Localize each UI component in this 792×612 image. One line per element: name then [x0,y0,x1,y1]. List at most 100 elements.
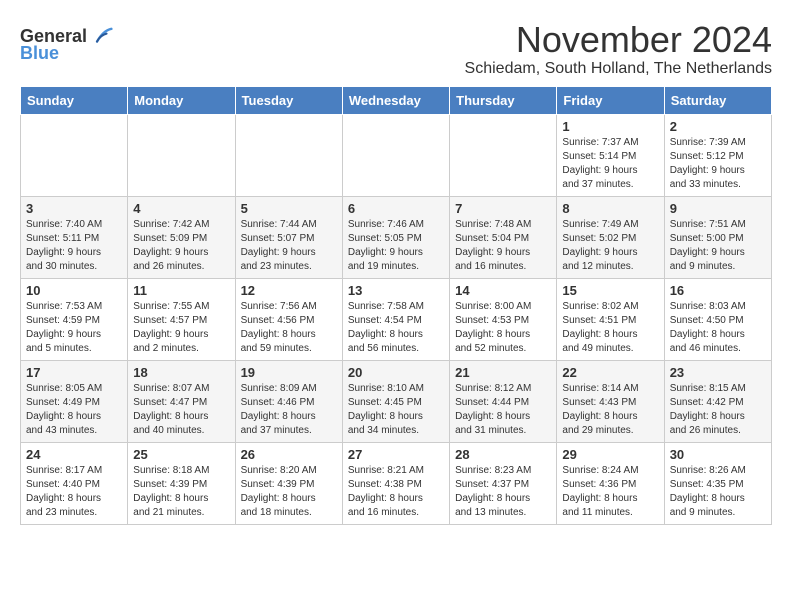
day-info: Sunrise: 8:17 AM Sunset: 4:40 PM Dayligh… [26,464,122,520]
day-info: Sunrise: 8:03 AM Sunset: 4:50 PM Dayligh… [670,300,766,356]
day-number: 4 [133,201,229,216]
th-sunday: Sunday [21,86,128,114]
day-number: 25 [133,447,229,462]
th-saturday: Saturday [664,86,771,114]
day-info: Sunrise: 7:53 AM Sunset: 4:59 PM Dayligh… [26,300,122,356]
day-info: Sunrise: 7:58 AM Sunset: 4:54 PM Dayligh… [348,300,444,356]
th-tuesday: Tuesday [235,86,342,114]
day-number: 23 [670,365,766,380]
day-info: Sunrise: 7:48 AM Sunset: 5:04 PM Dayligh… [455,218,551,274]
table-row: 25 Sunrise: 8:18 AM Sunset: 4:39 PM Dayli… [128,442,235,524]
day-number: 10 [26,283,122,298]
table-row: 28Sunrise: 8:23 AM Sunset: 4:37 PM Dayli… [450,442,557,524]
day-info: Sunrise: 7:42 AM Sunset: 5:09 PM Dayligh… [133,218,229,274]
day-info: Sunrise: 8:10 AM Sunset: 4:45 PM Dayligh… [348,382,444,438]
day-number: 15 [562,283,658,298]
th-thursday: Thursday [450,86,557,114]
table-row: 6 Sunrise: 7:46 AM Sunset: 5:05 PM Daylig… [342,196,449,278]
day-number: 17 [26,365,122,380]
table-row: 22Sunrise: 8:14 AM Sunset: 4:43 PM Dayli… [557,360,664,442]
day-info: Sunrise: 8:14 AM Sunset: 4:43 PM Dayligh… [562,382,658,438]
logo-icon [89,24,113,48]
table-row: 18 Sunrise: 8:07 AM Sunset: 4:47 PM Dayli… [128,360,235,442]
table-row: 29Sunrise: 8:24 AM Sunset: 4:36 PM Dayli… [557,442,664,524]
calendar-week-row: 17 Sunrise: 8:05 AM Sunset: 4:49 PM Dayli… [21,360,772,442]
table-row [342,114,449,196]
table-row: 23 Sunrise: 8:15 AM Sunset: 4:42 PM Dayli… [664,360,771,442]
table-row: 10 Sunrise: 7:53 AM Sunset: 4:59 PM Dayli… [21,278,128,360]
day-number: 18 [133,365,229,380]
subtitle: Schiedam, South Holland, The Netherlands [465,60,772,78]
day-info: Sunrise: 7:39 AM Sunset: 5:12 PM Dayligh… [670,136,766,192]
day-info: Sunrise: 8:18 AM Sunset: 4:39 PM Dayligh… [133,464,229,520]
table-row [21,114,128,196]
day-info: Sunrise: 7:40 AM Sunset: 5:11 PM Dayligh… [26,218,122,274]
calendar-page: General Blue November 2024 Schiedam, Sou… [0,0,792,535]
day-number: 26 [241,447,337,462]
th-monday: Monday [128,86,235,114]
day-info: Sunrise: 7:44 AM Sunset: 5:07 PM Dayligh… [241,218,337,274]
table-row: 4 Sunrise: 7:42 AM Sunset: 5:09 PM Daylig… [128,196,235,278]
day-number: 5 [241,201,337,216]
day-number: 19 [241,365,337,380]
day-info: Sunrise: 8:15 AM Sunset: 4:42 PM Dayligh… [670,382,766,438]
day-info: Sunrise: 8:07 AM Sunset: 4:47 PM Dayligh… [133,382,229,438]
table-row: 8 Sunrise: 7:49 AM Sunset: 5:02 PM Daylig… [557,196,664,278]
table-row: 12 Sunrise: 7:56 AM Sunset: 4:56 PM Dayli… [235,278,342,360]
title-block: November 2024 Schiedam, South Holland, T… [465,20,772,78]
logo: General Blue [20,24,113,62]
day-number: 30 [670,447,766,462]
table-row [235,114,342,196]
calendar-table: Sunday Monday Tuesday Wednesday Thursday… [20,86,772,525]
day-number: 28 [455,447,551,462]
day-info: Sunrise: 8:20 AM Sunset: 4:39 PM Dayligh… [241,464,337,520]
table-row: 26 Sunrise: 8:20 AM Sunset: 4:39 PM Dayli… [235,442,342,524]
table-row: 13Sunrise: 7:58 AM Sunset: 4:54 PM Dayli… [342,278,449,360]
day-number: 2 [670,119,766,134]
day-number: 3 [26,201,122,216]
table-row: 5 Sunrise: 7:44 AM Sunset: 5:07 PM Daylig… [235,196,342,278]
day-info: Sunrise: 7:46 AM Sunset: 5:05 PM Dayligh… [348,218,444,274]
table-row: 3 Sunrise: 7:40 AM Sunset: 5:11 PM Daylig… [21,196,128,278]
day-number: 11 [133,283,229,298]
logo-blue: Blue [20,44,59,62]
table-row: 20 Sunrise: 8:10 AM Sunset: 4:45 PM Dayli… [342,360,449,442]
table-row [128,114,235,196]
day-info: Sunrise: 8:26 AM Sunset: 4:35 PM Dayligh… [670,464,766,520]
table-row: 15 Sunrise: 8:02 AM Sunset: 4:51 PM Dayli… [557,278,664,360]
day-info: Sunrise: 8:12 AM Sunset: 4:44 PM Dayligh… [455,382,551,438]
header-row: Sunday Monday Tuesday Wednesday Thursday… [21,86,772,114]
day-info: Sunrise: 7:37 AM Sunset: 5:14 PM Dayligh… [562,136,658,192]
calendar-week-row: 10 Sunrise: 7:53 AM Sunset: 4:59 PM Dayli… [21,278,772,360]
day-number: 12 [241,283,337,298]
table-row: 1Sunrise: 7:37 AM Sunset: 5:14 PM Daylig… [557,114,664,196]
day-info: Sunrise: 7:49 AM Sunset: 5:02 PM Dayligh… [562,218,658,274]
day-info: Sunrise: 8:05 AM Sunset: 4:49 PM Dayligh… [26,382,122,438]
day-info: Sunrise: 7:51 AM Sunset: 5:00 PM Dayligh… [670,218,766,274]
day-info: Sunrise: 8:24 AM Sunset: 4:36 PM Dayligh… [562,464,658,520]
day-info: Sunrise: 7:56 AM Sunset: 4:56 PM Dayligh… [241,300,337,356]
header: General Blue November 2024 Schiedam, Sou… [20,20,772,78]
table-row [450,114,557,196]
day-number: 6 [348,201,444,216]
day-number: 14 [455,283,551,298]
table-row: 27Sunrise: 8:21 AM Sunset: 4:38 PM Dayli… [342,442,449,524]
table-row: 21 Sunrise: 8:12 AM Sunset: 4:44 PM Dayli… [450,360,557,442]
table-row: 9Sunrise: 7:51 AM Sunset: 5:00 PM Daylig… [664,196,771,278]
th-wednesday: Wednesday [342,86,449,114]
calendar-week-row: 3 Sunrise: 7:40 AM Sunset: 5:11 PM Daylig… [21,196,772,278]
table-row: 24 Sunrise: 8:17 AM Sunset: 4:40 PM Dayli… [21,442,128,524]
table-row: 16 Sunrise: 8:03 AM Sunset: 4:50 PM Dayli… [664,278,771,360]
table-row: 19Sunrise: 8:09 AM Sunset: 4:46 PM Dayli… [235,360,342,442]
table-row: 2 Sunrise: 7:39 AM Sunset: 5:12 PM Daylig… [664,114,771,196]
day-number: 16 [670,283,766,298]
day-number: 8 [562,201,658,216]
day-number: 21 [455,365,551,380]
day-info: Sunrise: 8:21 AM Sunset: 4:38 PM Dayligh… [348,464,444,520]
calendar-week-row: 1Sunrise: 7:37 AM Sunset: 5:14 PM Daylig… [21,114,772,196]
day-info: Sunrise: 8:02 AM Sunset: 4:51 PM Dayligh… [562,300,658,356]
day-number: 24 [26,447,122,462]
table-row: 30 Sunrise: 8:26 AM Sunset: 4:35 PM Dayli… [664,442,771,524]
day-number: 20 [348,365,444,380]
day-info: Sunrise: 7:55 AM Sunset: 4:57 PM Dayligh… [133,300,229,356]
